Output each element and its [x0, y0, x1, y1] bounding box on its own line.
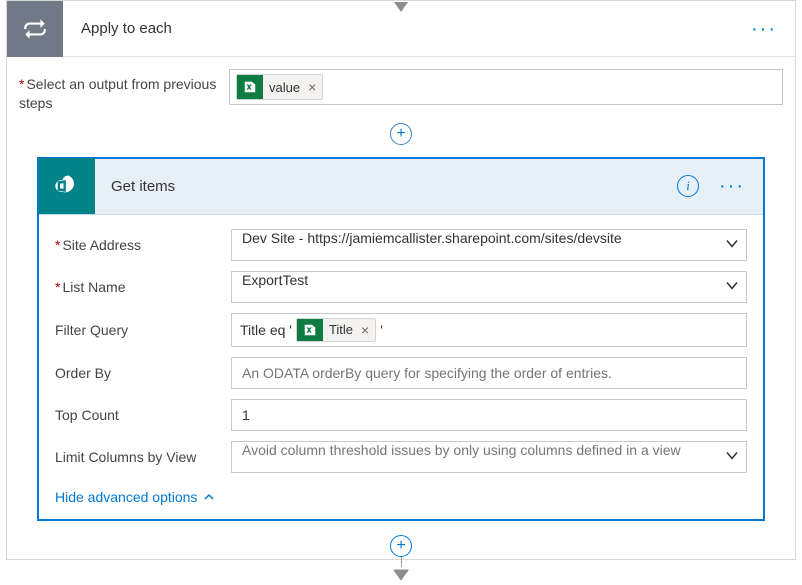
- hide-advanced-label: Hide advanced options: [55, 489, 197, 505]
- top-count-input[interactable]: [231, 399, 747, 431]
- apply-to-each-card: Apply to each ··· Select an output from …: [6, 0, 796, 560]
- apply-to-each-menu-button[interactable]: ···: [745, 15, 783, 43]
- order-by-input[interactable]: [231, 357, 747, 389]
- excel-icon: [237, 75, 263, 99]
- value-token[interactable]: value ×: [236, 74, 323, 100]
- bottom-connector: +: [390, 535, 412, 583]
- hide-advanced-toggle[interactable]: Hide advanced options: [55, 483, 215, 509]
- get-items-card: Get items i ··· Site Address Dev Site - …: [37, 157, 765, 521]
- site-address-select[interactable]: Dev Site - https://jamiemcallister.share…: [231, 229, 747, 261]
- apply-to-each-title: Apply to each: [81, 20, 172, 37]
- remove-token-icon[interactable]: ×: [308, 79, 316, 95]
- info-icon[interactable]: i: [677, 175, 699, 197]
- select-output-label: Select an output from previous steps: [19, 69, 221, 113]
- filter-query-prefix: Title eq ': [240, 322, 292, 338]
- get-items-title: Get items: [111, 178, 175, 195]
- list-name-select[interactable]: ExportTest: [231, 271, 747, 303]
- remove-token-icon[interactable]: ×: [361, 322, 369, 338]
- sharepoint-icon: [39, 158, 95, 214]
- chevron-up-icon: [203, 491, 215, 503]
- top-count-label: Top Count: [55, 407, 231, 423]
- get-items-menu-button[interactable]: ···: [713, 172, 751, 200]
- add-action-after-button[interactable]: +: [390, 535, 412, 557]
- select-output-input[interactable]: value ×: [229, 69, 783, 105]
- add-action-button[interactable]: +: [390, 123, 412, 145]
- get-items-header[interactable]: Get items i ···: [39, 159, 763, 215]
- title-token[interactable]: Title ×: [296, 318, 376, 342]
- filter-query-label: Filter Query: [55, 322, 231, 338]
- top-arrow-connector: [392, 0, 410, 15]
- site-address-label: Site Address: [55, 237, 231, 253]
- limit-columns-select[interactable]: Avoid column threshold issues by only us…: [231, 441, 747, 473]
- list-name-value: ExportTest: [242, 272, 308, 288]
- order-by-label: Order By: [55, 365, 231, 381]
- title-token-label: Title: [329, 322, 353, 337]
- site-address-value: Dev Site - https://jamiemcallister.share…: [242, 230, 622, 246]
- excel-icon: [297, 319, 323, 341]
- filter-query-suffix: ': [380, 322, 383, 338]
- loop-icon: [7, 1, 63, 57]
- limit-columns-label: Limit Columns by View: [55, 449, 231, 465]
- down-arrow-icon: [393, 567, 409, 583]
- value-token-label: value: [269, 80, 300, 95]
- filter-query-input[interactable]: Title eq ' Title × ': [231, 313, 747, 347]
- limit-columns-value: Avoid column threshold issues by only us…: [242, 442, 681, 458]
- list-name-label: List Name: [55, 279, 231, 295]
